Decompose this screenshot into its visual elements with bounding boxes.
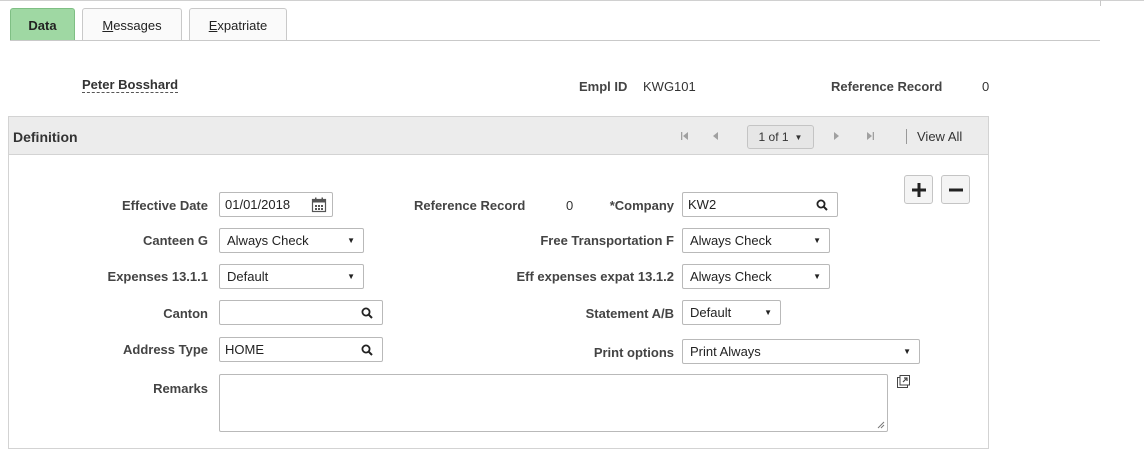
tab-baseline: [10, 40, 1100, 41]
delete-row-button[interactable]: [941, 175, 970, 204]
reference-record-label: Reference Record: [414, 198, 526, 213]
dropdown-arrow-icon: ▼: [347, 236, 355, 245]
canton-field[interactable]: [219, 300, 383, 325]
free-transportation-value: Always Check: [690, 233, 772, 248]
statement-label: Statement A/B: [585, 306, 674, 321]
pager-text: 1 of 1: [758, 130, 789, 144]
free-transportation-select[interactable]: Always Check ▼: [682, 228, 830, 253]
dropdown-arrow-icon: ▼: [794, 132, 803, 142]
canteen-value: Always Check: [227, 233, 309, 248]
view-all-link[interactable]: View All: [917, 129, 962, 144]
top-rule: [0, 0, 1144, 1]
tab-expatriate[interactable]: Expatriate: [189, 8, 287, 41]
print-options-value: Print Always: [690, 344, 761, 359]
expand-textarea-icon[interactable]: [896, 374, 910, 388]
add-row-icon: [911, 182, 926, 197]
dropdown-arrow-icon: ▼: [347, 272, 355, 281]
dropdown-arrow-icon: ▼: [813, 236, 821, 245]
tab-messages-label: essages: [113, 17, 162, 33]
dropdown-arrow-icon: ▼: [813, 272, 821, 281]
effective-date-field[interactable]: 01/01/2018: [219, 192, 333, 217]
free-transportation-label: Free Transportation F: [540, 233, 674, 248]
definition-header: Definition 1 of 1 ▼ View All: [9, 117, 988, 155]
empl-id-value: KWG101: [643, 79, 696, 94]
address-type-value: HOME: [225, 342, 264, 357]
print-options-label: Print options: [593, 345, 674, 360]
company-value: KW2: [688, 197, 717, 212]
remarks-label: Remarks: [153, 381, 208, 396]
expenses-value: Default: [227, 269, 269, 284]
tab-data-label: Data: [28, 17, 57, 33]
effective-date-label: Effective Date: [122, 198, 208, 213]
add-row-button[interactable]: [904, 175, 933, 204]
view-all-separator: [906, 129, 907, 144]
statement-value: Default: [690, 305, 732, 320]
company-label: *Company: [609, 198, 674, 213]
reference-record-value: 0: [566, 198, 574, 213]
last-page-icon[interactable]: [864, 129, 876, 143]
top-edge-tick: [1100, 0, 1101, 6]
eff-expenses-expat-label: Eff expenses expat 13.1.2: [516, 269, 674, 284]
print-options-select[interactable]: Print Always ▼: [682, 339, 920, 364]
canton-label: Canton: [163, 306, 208, 321]
expenses-label: Expenses 13.1.1: [107, 269, 208, 284]
row-pager-select[interactable]: 1 of 1 ▼: [747, 125, 814, 149]
tab-expatriate-accesskey: E: [208, 17, 218, 33]
first-page-icon[interactable]: [679, 129, 691, 143]
calendar-icon[interactable]: [311, 197, 327, 213]
tab-messages[interactable]: Messages: [82, 8, 182, 41]
reference-record-header-value: 0: [982, 79, 990, 94]
search-icon[interactable]: [815, 198, 829, 212]
tab-messages-accesskey: M: [102, 17, 114, 33]
address-type-field[interactable]: HOME: [219, 337, 383, 362]
canteen-label: Canteen G: [142, 233, 208, 248]
resize-handle-icon[interactable]: [877, 421, 885, 429]
delete-row-icon: [948, 188, 963, 191]
empl-id-label: Empl ID: [579, 79, 628, 94]
eff-expenses-expat-select[interactable]: Always Check ▼: [682, 264, 830, 289]
previous-page-icon[interactable]: [709, 129, 721, 143]
remarks-textarea[interactable]: [219, 374, 888, 432]
expenses-select[interactable]: Default ▼: [219, 264, 364, 289]
eff-expenses-expat-value: Always Check: [690, 269, 772, 284]
statement-select[interactable]: Default ▼: [682, 300, 781, 325]
address-type-label: Address Type: [122, 342, 208, 357]
definition-title: Definition: [13, 129, 78, 145]
next-page-icon[interactable]: [831, 129, 843, 143]
reference-record-header-label: Reference Record: [831, 79, 943, 94]
tab-data[interactable]: Data: [10, 8, 75, 41]
search-icon[interactable]: [360, 306, 374, 320]
canteen-select[interactable]: Always Check ▼: [219, 228, 364, 253]
tab-expatriate-label: xpatriate: [217, 17, 268, 33]
company-field[interactable]: KW2: [682, 192, 838, 217]
dropdown-arrow-icon: ▼: [903, 347, 911, 356]
employee-name-link[interactable]: Peter Bosshard: [82, 77, 179, 93]
effective-date-value: 01/01/2018: [225, 197, 291, 212]
search-icon[interactable]: [360, 343, 374, 357]
dropdown-arrow-icon: ▼: [764, 308, 772, 317]
